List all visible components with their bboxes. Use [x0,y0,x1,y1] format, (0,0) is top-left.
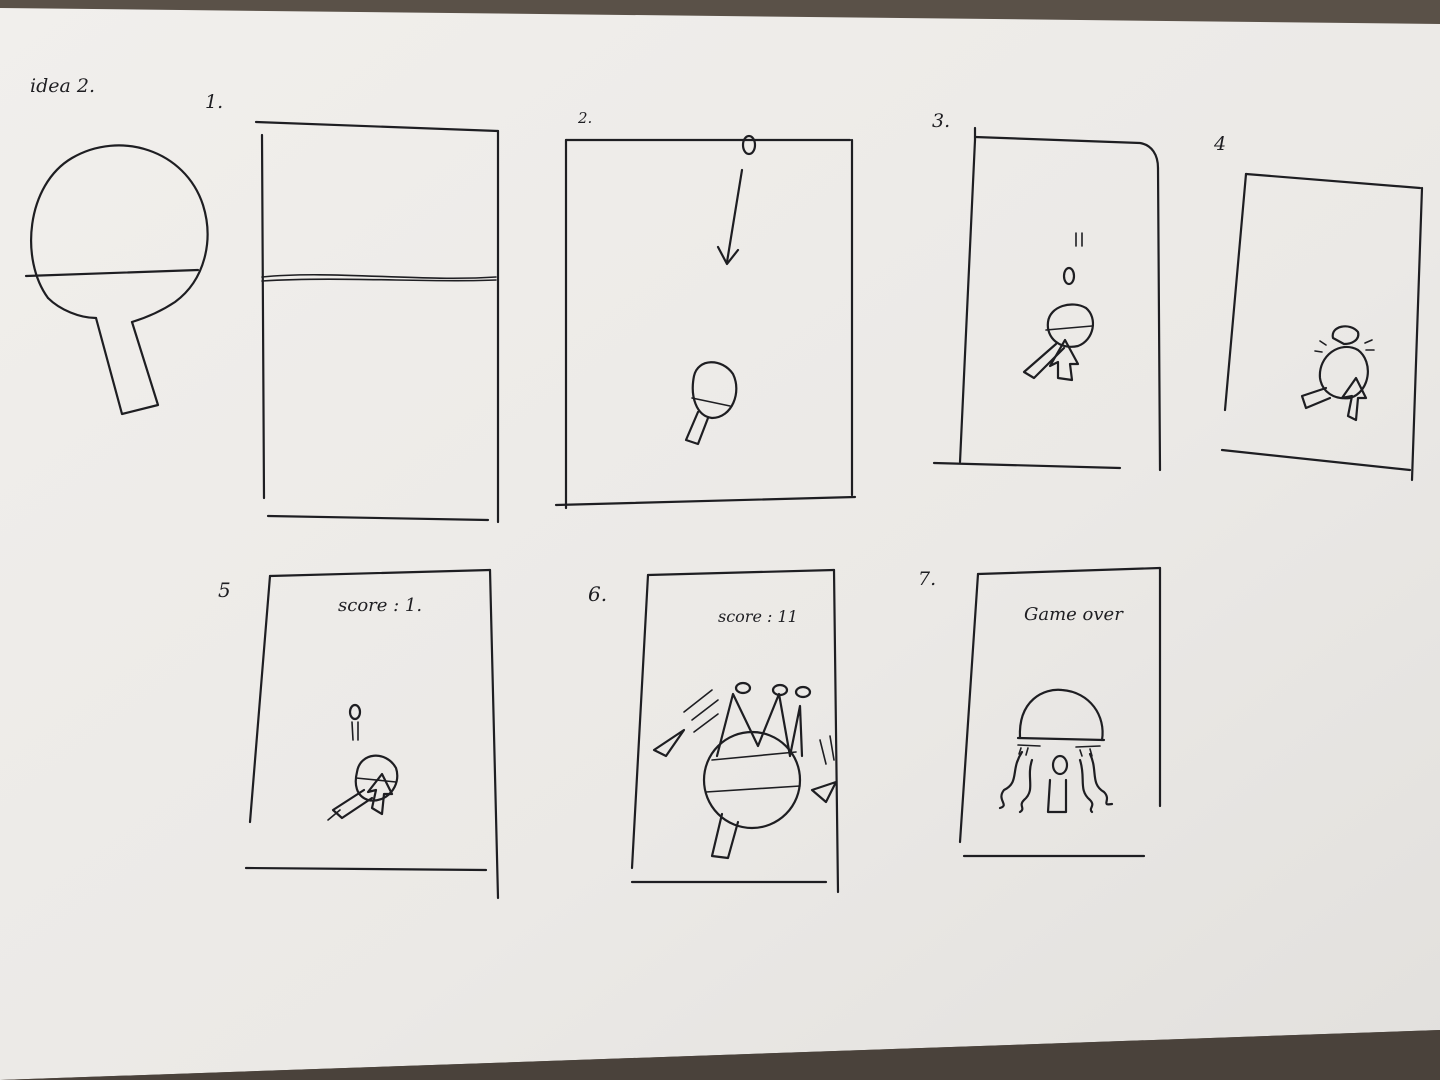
panel-number: 7. [918,568,936,590]
panel-number: 5 [218,578,231,602]
game-over-label: Game over [1024,604,1124,625]
score-label: score : 11 [718,607,798,626]
storyboard-sheet: idea 2. 1. 2. 3. 4 5 score: 1. 6. score… [0,0,1440,1080]
score-label: score : 1. [338,595,422,616]
panel-number: 6. [588,582,607,606]
sheet-heading: idea 2. [30,75,95,97]
panel-number: 2. [577,109,592,127]
panel-number: 3. [932,110,950,132]
paper-sheet [0,8,1440,1080]
panel-number: 1. [205,91,223,113]
panel-number: 4 [1213,133,1226,155]
